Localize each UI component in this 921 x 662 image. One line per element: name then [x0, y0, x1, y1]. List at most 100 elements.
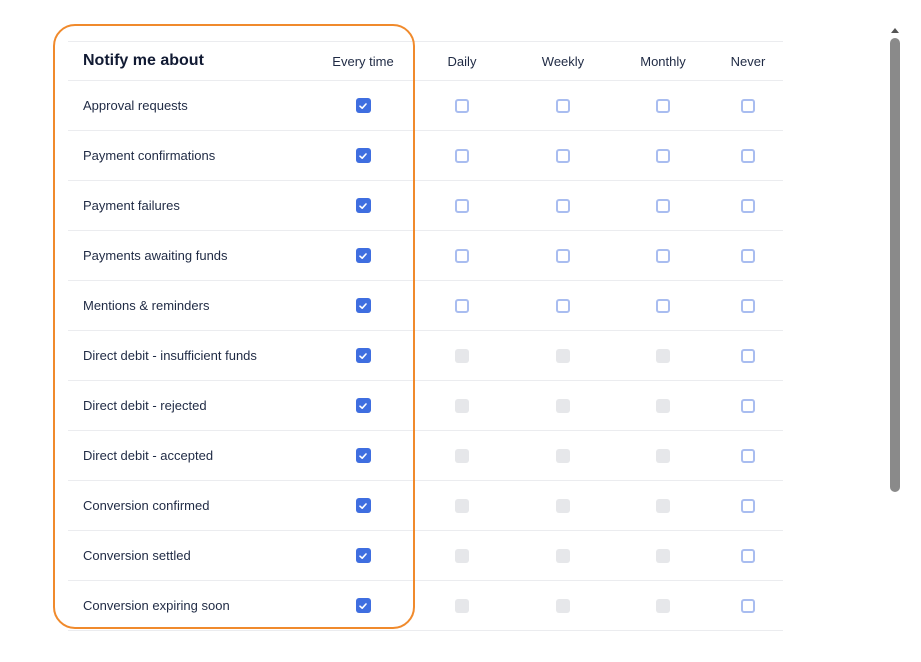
- checkbox-never[interactable]: [741, 598, 755, 613]
- cell-weekly: [513, 581, 613, 630]
- table-row: Payment failures: [68, 181, 783, 231]
- table-row: Payment confirmations: [68, 131, 783, 181]
- checkbox-daily: [455, 598, 469, 613]
- cell-monthly: [613, 131, 713, 180]
- column-header-daily: Daily: [447, 53, 477, 69]
- table-row: Direct debit - rejected: [68, 381, 783, 431]
- checkbox-never[interactable]: [741, 198, 755, 213]
- cell-weekly: [513, 281, 613, 330]
- row-label: Payments awaiting funds: [83, 248, 228, 263]
- cell-monthly: [613, 381, 713, 430]
- checkbox-weekly[interactable]: [556, 198, 570, 213]
- checkbox-every-time[interactable]: [355, 448, 371, 463]
- checkbox-monthly[interactable]: [656, 198, 670, 213]
- cell-weekly: [513, 231, 613, 280]
- cell-daily: [411, 481, 513, 530]
- cell-never: [713, 281, 783, 330]
- checkbox-never[interactable]: [741, 398, 755, 413]
- check-icon: [359, 302, 367, 309]
- table-row: Direct debit - accepted: [68, 431, 783, 481]
- notification-settings-page: Notify me about Every time Daily Weekly …: [0, 0, 921, 662]
- checkbox-monthly[interactable]: [656, 298, 670, 313]
- checkbox-daily[interactable]: [455, 248, 469, 263]
- checkbox-never[interactable]: [741, 448, 755, 463]
- checkbox-monthly: [656, 498, 670, 513]
- cell-never: [713, 231, 783, 280]
- cell-never: [713, 331, 783, 380]
- chevron-up-icon[interactable]: [890, 26, 900, 34]
- checkbox-daily: [455, 548, 469, 563]
- checkbox-every-time[interactable]: [355, 348, 371, 363]
- cell-never: [713, 381, 783, 430]
- checkbox-every-time[interactable]: [355, 248, 371, 263]
- cell-monthly: [613, 481, 713, 530]
- table-row: Conversion confirmed: [68, 481, 783, 531]
- cell-every-time: [315, 81, 411, 130]
- row-label: Direct debit - rejected: [83, 398, 207, 413]
- cell-every-time: [315, 381, 411, 430]
- check-icon: [359, 602, 367, 609]
- cell-every-time: [315, 331, 411, 380]
- notification-table: Notify me about Every time Daily Weekly …: [68, 41, 783, 631]
- checkbox-never[interactable]: [741, 248, 755, 263]
- cell-monthly: [613, 81, 713, 130]
- checkbox-never[interactable]: [741, 548, 755, 563]
- row-label: Direct debit - accepted: [83, 448, 214, 463]
- cell-weekly: [513, 331, 613, 380]
- checkbox-monthly[interactable]: [656, 248, 670, 263]
- checkbox-every-time[interactable]: [355, 148, 371, 163]
- checkbox-never[interactable]: [741, 148, 755, 163]
- cell-never: [713, 431, 783, 480]
- cell-never: [713, 481, 783, 530]
- checkbox-weekly[interactable]: [556, 248, 570, 263]
- checkbox-weekly: [556, 398, 570, 413]
- check-icon: [359, 102, 367, 109]
- cell-every-time: [315, 531, 411, 580]
- row-label: Conversion expiring soon: [83, 598, 230, 613]
- row-label: Mentions & reminders: [83, 298, 210, 313]
- checkbox-every-time[interactable]: [355, 548, 371, 563]
- checkbox-monthly[interactable]: [656, 98, 670, 113]
- scrollbar-thumb[interactable]: [890, 38, 900, 492]
- checkbox-monthly: [656, 348, 670, 363]
- cell-never: [713, 131, 783, 180]
- row-label: Conversion confirmed: [83, 498, 210, 513]
- checkbox-every-time[interactable]: [355, 598, 371, 613]
- checkbox-monthly: [656, 398, 670, 413]
- checkbox-every-time[interactable]: [355, 298, 371, 313]
- check-icon: [359, 152, 367, 159]
- column-header-every-time: Every time: [332, 53, 394, 69]
- checkbox-every-time[interactable]: [355, 198, 371, 213]
- checkbox-daily[interactable]: [455, 298, 469, 313]
- checkbox-daily: [455, 398, 469, 413]
- checkbox-weekly[interactable]: [556, 298, 570, 313]
- checkbox-every-time[interactable]: [355, 498, 371, 513]
- checkbox-daily[interactable]: [455, 98, 469, 113]
- cell-weekly: [513, 181, 613, 230]
- check-icon: [359, 402, 367, 409]
- cell-monthly: [613, 281, 713, 330]
- checkbox-never[interactable]: [741, 98, 755, 113]
- checkbox-every-time[interactable]: [355, 398, 371, 413]
- table-row: Payments awaiting funds: [68, 231, 783, 281]
- cell-daily: [411, 531, 513, 580]
- checkbox-daily[interactable]: [455, 148, 469, 163]
- checkbox-weekly[interactable]: [556, 148, 570, 163]
- checkbox-daily[interactable]: [455, 198, 469, 213]
- checkbox-never[interactable]: [741, 298, 755, 313]
- cell-daily: [411, 181, 513, 230]
- checkbox-never[interactable]: [741, 348, 755, 363]
- row-label: Direct debit - insufficient funds: [83, 348, 257, 363]
- check-icon: [359, 452, 367, 459]
- checkbox-monthly[interactable]: [656, 148, 670, 163]
- cell-every-time: [315, 131, 411, 180]
- table-header-row: Notify me about Every time Daily Weekly …: [68, 41, 783, 81]
- check-icon: [359, 252, 367, 259]
- column-header-monthly: Monthly: [640, 53, 686, 69]
- check-icon: [359, 552, 367, 559]
- row-label: Approval requests: [83, 98, 188, 113]
- cell-monthly: [613, 531, 713, 580]
- checkbox-never[interactable]: [741, 498, 755, 513]
- checkbox-weekly[interactable]: [556, 98, 570, 113]
- checkbox-every-time[interactable]: [355, 98, 371, 113]
